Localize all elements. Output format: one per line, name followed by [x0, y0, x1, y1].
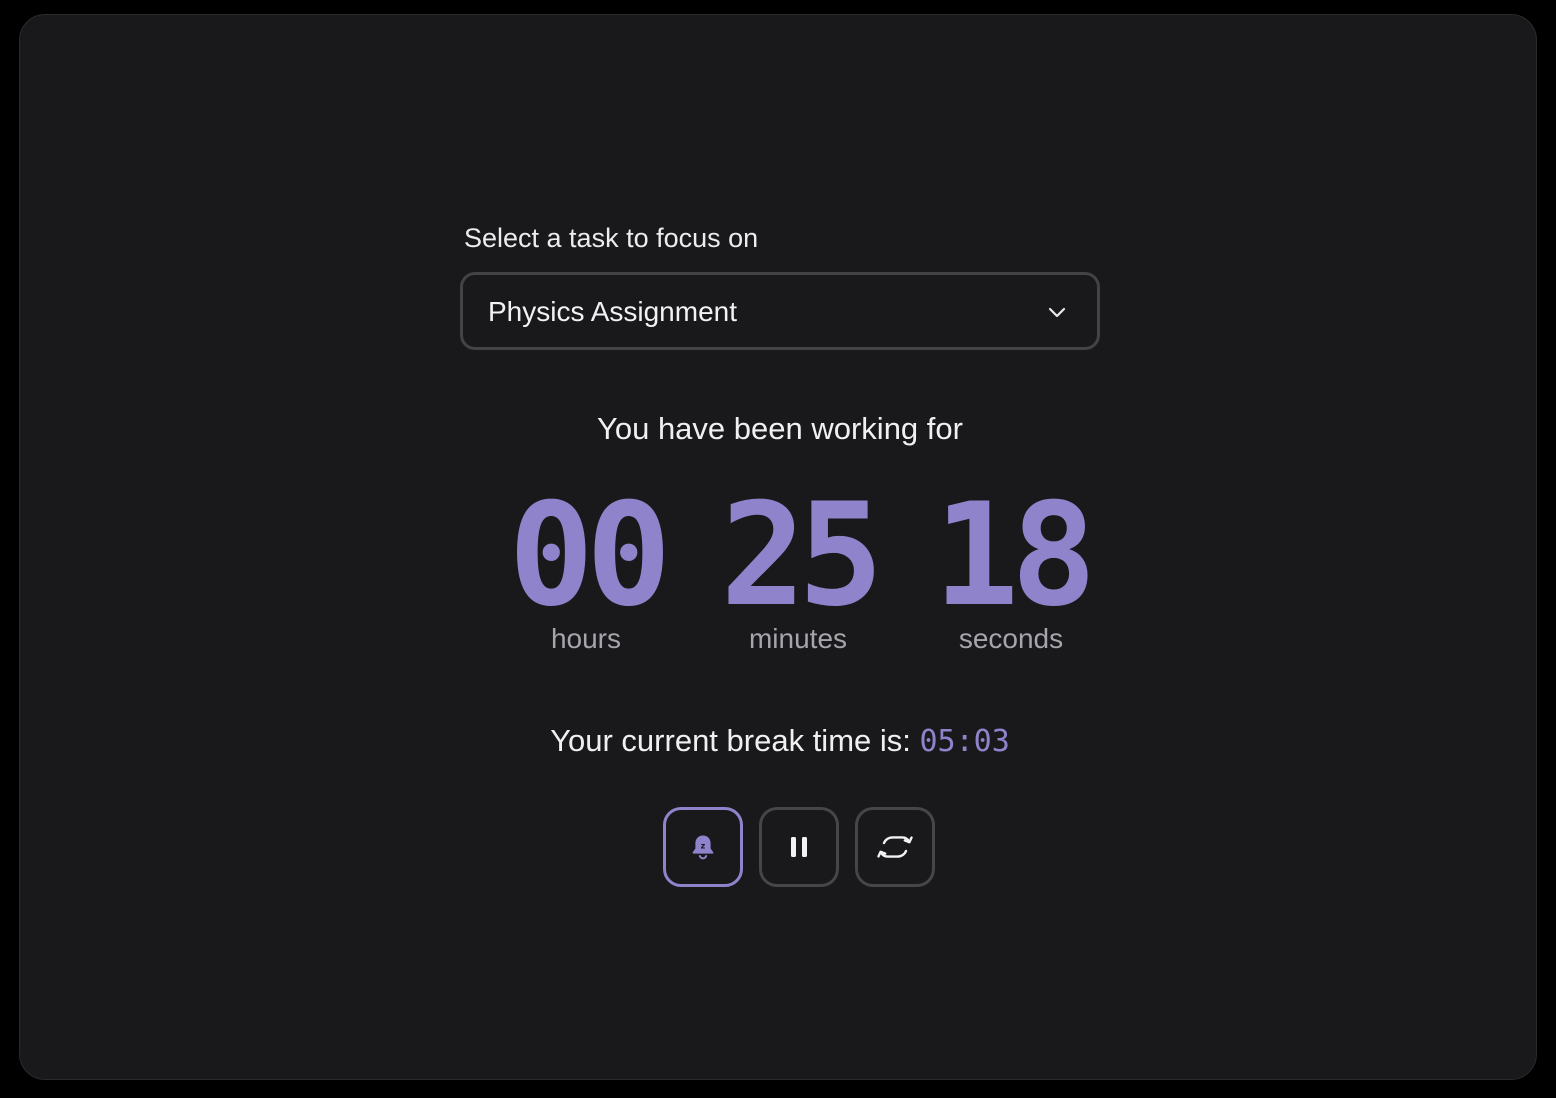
- reset-icon: [877, 836, 913, 858]
- break-time-label: Your current break time is:: [550, 723, 911, 758]
- timer-minutes: 25 minutes: [688, 481, 908, 655]
- pause-icon: [791, 837, 807, 857]
- chevron-down-icon: [1048, 307, 1066, 318]
- svg-text:z: z: [701, 842, 706, 851]
- working-label: You have been working for: [597, 411, 963, 446]
- task-select-dropdown[interactable]: Physics Assignment: [460, 272, 1100, 350]
- break-time-line: Your current break time is: 05:03: [460, 723, 1100, 759]
- minutes-value: 25: [720, 473, 884, 638]
- task-select-label: Select a task to focus on: [464, 223, 759, 253]
- break-time-value: 05:03: [919, 724, 1010, 759]
- task-select-value: Physics Assignment: [488, 296, 737, 327]
- snooze-button[interactable]: z: [663, 807, 743, 887]
- seconds-value: 18: [933, 473, 1097, 638]
- bell-snooze-icon: z: [692, 835, 714, 860]
- timer-seconds: 18 seconds: [901, 481, 1121, 655]
- pause-button[interactable]: [759, 807, 839, 887]
- hours-value: 00: [508, 473, 672, 638]
- app-window: Select a task to focus on Physics Assign…: [19, 14, 1537, 1080]
- reset-button[interactable]: [855, 807, 935, 887]
- timer-hours: 00 hours: [476, 481, 696, 655]
